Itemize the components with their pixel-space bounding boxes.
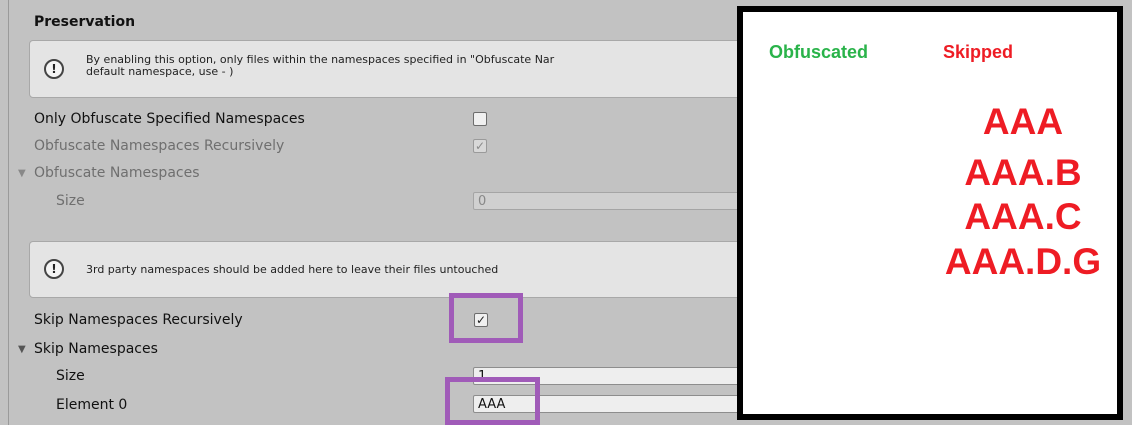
highlight-box-element [445,377,540,425]
skipped-namespace: AAA.D.G [944,241,1102,282]
skipped-namespace: AAA.B [964,152,1082,193]
obfuscate-size-field[interactable]: 0 [473,192,743,210]
legend-skipped: Skipped [943,42,1014,62]
foldout-arrow-icon[interactable]: ▼ [18,344,26,355]
element-0-label: Element 0 [56,397,128,413]
inspector-left-edge [0,0,9,425]
info-icon: ! [44,59,64,79]
legend-obfuscated: Obfuscated [769,42,869,62]
obfuscate-recursive-checkbox[interactable]: ✓ [473,139,487,153]
help-text-line2: default namespace, use - ) [86,65,234,78]
skip-size-label: Size [56,368,85,384]
skipped-namespace: AAA [982,101,1064,142]
skip-namespaces-foldout[interactable]: Skip Namespaces [34,341,158,357]
obfuscate-namespaces-foldout[interactable]: Obfuscate Namespaces [34,165,200,181]
only-obfuscate-checkbox[interactable] [473,112,487,126]
help-text-bottom: 3rd party namespaces should be added her… [86,263,499,276]
highlight-box-checkbox [449,293,523,343]
info-icon: ! [44,259,64,279]
section-title: Preservation [34,14,136,30]
obfuscate-recursive-label: Obfuscate Namespaces Recursively [34,138,285,154]
only-obfuscate-label: Only Obfuscate Specified Namespaces [34,111,305,127]
obfuscate-size-label: Size [56,193,85,209]
foldout-arrow-icon[interactable]: ▼ [18,168,26,179]
skip-recursive-label: Skip Namespaces Recursively [34,312,243,328]
annotation-panel: Obfuscated Skipped AAA AAA.B AAA.C AAA.D… [737,6,1123,420]
help-box-top: ! By enabling this option, only files wi… [29,40,751,98]
skipped-namespace: AAA.C [964,196,1082,237]
help-box-bottom: ! 3rd party namespaces should be added h… [29,241,751,298]
